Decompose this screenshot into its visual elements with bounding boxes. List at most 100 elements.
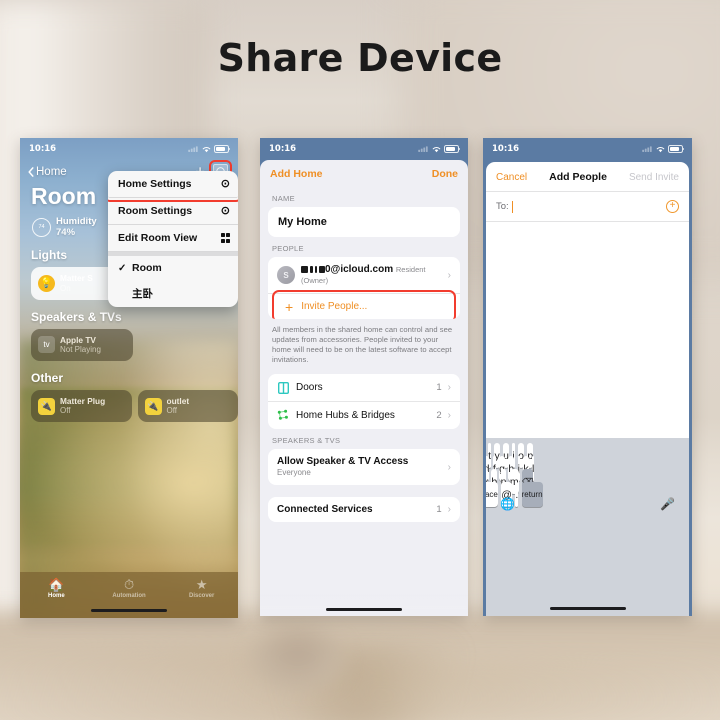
row-count: 2 xyxy=(436,410,442,422)
door-icon xyxy=(277,381,290,394)
row-connected-services[interactable]: Connected Services 1 › xyxy=(268,497,460,522)
person-info: 0@icloud.com Resident (Owner) xyxy=(301,264,442,286)
checkmark-icon: ✓ xyxy=(118,262,127,274)
menu-item-label: Room Settings xyxy=(118,205,193,217)
menu-item-label: Edit Room View xyxy=(118,232,198,244)
row-label: Home Hubs & Bridges xyxy=(296,410,395,422)
return-key[interactable]: return xyxy=(521,482,543,507)
keyboard-row-2: a s d f g h j k l xyxy=(486,456,535,481)
scroll-fade xyxy=(260,594,468,616)
phone-screen-add-home: 10:16 Add Home Done NAME My Home PEOPLE xyxy=(260,138,468,616)
row-allow-speaker-access[interactable]: Allow Speaker & TV Access Everyone › xyxy=(268,449,460,485)
keyboard-row-4: 123 ☺ space @ . return xyxy=(486,482,543,507)
invite-people-button[interactable]: + Invite People... xyxy=(276,294,452,319)
tile-state: Not Playing xyxy=(60,345,101,355)
done-button[interactable]: Done xyxy=(432,168,458,180)
accessories-card: Doors 1 › Home Hubs & Bridges 2 › xyxy=(268,374,460,430)
accessory-tile-matter-plug[interactable]: 🔌 Matter Plug Off xyxy=(31,390,132,423)
cancel-button[interactable]: Cancel xyxy=(496,172,527,183)
status-time: 10:16 xyxy=(29,144,57,154)
back-button[interactable]: Home xyxy=(28,166,67,178)
row-doors[interactable]: Doors 1 › xyxy=(268,374,460,403)
menu-item-home-settings[interactable]: Home Settings ⊙ xyxy=(108,171,238,202)
row-title: Allow Speaker & TV Access xyxy=(277,456,409,468)
tab-automation[interactable]: ⏱ Automation xyxy=(93,577,166,599)
automation-icon: ⏱ xyxy=(123,577,135,592)
tile-text: Apple TV Not Playing xyxy=(60,335,101,355)
tab-label: Discover xyxy=(189,593,215,599)
tile-text: Matter Plug Off xyxy=(60,396,105,416)
chevron-right-icon: › xyxy=(447,461,451,473)
speakers-group-label: SPEAKERS & TVS xyxy=(272,436,341,446)
on-screen-keyboard: q w e r t y u i o p a s d f g h j k l xyxy=(486,438,689,616)
menu-item-zhuwo[interactable]: 主卧 xyxy=(108,280,238,307)
menu-item-label: 主卧 xyxy=(132,288,153,300)
apple-tv-icon: tv xyxy=(38,336,55,354)
humidity-value: 74% xyxy=(56,227,76,239)
background-table-edge-2 xyxy=(0,660,720,720)
speakers-tiles: tv Apple TV Not Playing xyxy=(31,328,238,362)
sheet-nav-bar: Add Home Done xyxy=(260,160,468,187)
invite-people-label: Invite People... xyxy=(301,301,368,312)
keyboard-row-1: q w e r t y u i o p xyxy=(488,443,534,468)
avatar: S xyxy=(277,266,295,284)
row-label: Connected Services xyxy=(277,504,373,516)
accessory-tile-outlet[interactable]: 🔌 outlet Off xyxy=(137,390,238,423)
person-row[interactable]: S 0@icloud.com Resident (Owner) › xyxy=(268,257,460,294)
row-count: 1 xyxy=(436,382,442,394)
tile-name: Apple TV xyxy=(60,334,96,345)
people-footnote: All members in the shared home can contr… xyxy=(272,325,453,365)
send-invite-button[interactable]: Send Invite xyxy=(629,172,679,183)
add-home-title[interactable]: Add Home xyxy=(270,168,323,180)
section-other-title: Other xyxy=(31,371,64,386)
person-email-suffix: 0@icloud.com xyxy=(325,264,394,275)
to-field-row[interactable]: To: + xyxy=(486,192,689,222)
chevron-left-icon xyxy=(28,166,34,177)
tile-name: outlet xyxy=(166,396,190,407)
lightbulb-icon: 💡 xyxy=(38,275,55,293)
signal-icon xyxy=(418,146,428,152)
plus-icon: + xyxy=(285,298,294,315)
tab-home[interactable]: 🏠 Home xyxy=(20,577,93,599)
period-key[interactable]: . xyxy=(515,482,519,507)
back-label: Home xyxy=(36,165,67,178)
settings-chevron-icon: ⊙ xyxy=(220,204,230,217)
home-name-field[interactable]: My Home xyxy=(268,207,460,237)
globe-icon[interactable]: 🌐 xyxy=(500,497,515,511)
people-card: S 0@icloud.com Resident (Owner) › + Invi… xyxy=(268,257,460,319)
to-label: To: xyxy=(496,201,509,212)
menu-item-edit-room-view[interactable]: Edit Room View xyxy=(108,225,238,252)
humidity-text: Humidity 74% xyxy=(56,216,97,238)
status-bar: 10:16 xyxy=(483,138,692,160)
chevron-right-icon: › xyxy=(447,410,451,422)
power-outlet-icon: 🔌 xyxy=(144,397,162,415)
home-options-menu: Home Settings ⊙ Room Settings ⊙ Edit Roo… xyxy=(108,171,238,307)
home-indicator xyxy=(91,608,167,612)
menu-item-room-settings[interactable]: Room Settings ⊙ xyxy=(108,198,238,225)
phone-screen-add-people: 10:16 Cancel Add People Send Invite To: … xyxy=(483,138,692,616)
microphone-icon[interactable]: 🎤 xyxy=(660,497,675,511)
tile-name: Matter Plug xyxy=(60,396,106,407)
people-group-label: PEOPLE xyxy=(272,244,304,253)
accessory-tile-apple-tv[interactable]: tv Apple TV Not Playing xyxy=(31,328,133,362)
tile-state: On xyxy=(60,283,71,293)
power-outlet-icon: 🔌 xyxy=(38,397,55,415)
name-group-label: NAME xyxy=(272,194,295,203)
humidity-dial-icon: 74 xyxy=(32,217,51,237)
wifi-icon xyxy=(656,146,665,152)
battery-icon xyxy=(668,145,685,153)
wifi-icon xyxy=(432,146,441,152)
row-home-hubs[interactable]: Home Hubs & Bridges 2 › xyxy=(268,402,460,429)
section-speakers-title: Speakers & TVs xyxy=(31,309,122,324)
tab-discover[interactable]: ★ Discover xyxy=(165,577,238,599)
add-home-sheet: Add Home Done NAME My Home PEOPLE S 0@ic… xyxy=(260,160,468,616)
tile-state: Off xyxy=(60,406,71,416)
row-count: 1 xyxy=(436,504,442,516)
add-contact-icon[interactable]: + xyxy=(666,200,679,213)
battery-icon xyxy=(444,145,461,153)
menu-item-room[interactable]: ✓ Room xyxy=(108,256,238,280)
humidity-label: Humidity xyxy=(56,216,97,227)
tab-label: Home xyxy=(48,593,65,599)
space-key[interactable]: space xyxy=(486,482,498,507)
status-time: 10:16 xyxy=(492,144,520,154)
